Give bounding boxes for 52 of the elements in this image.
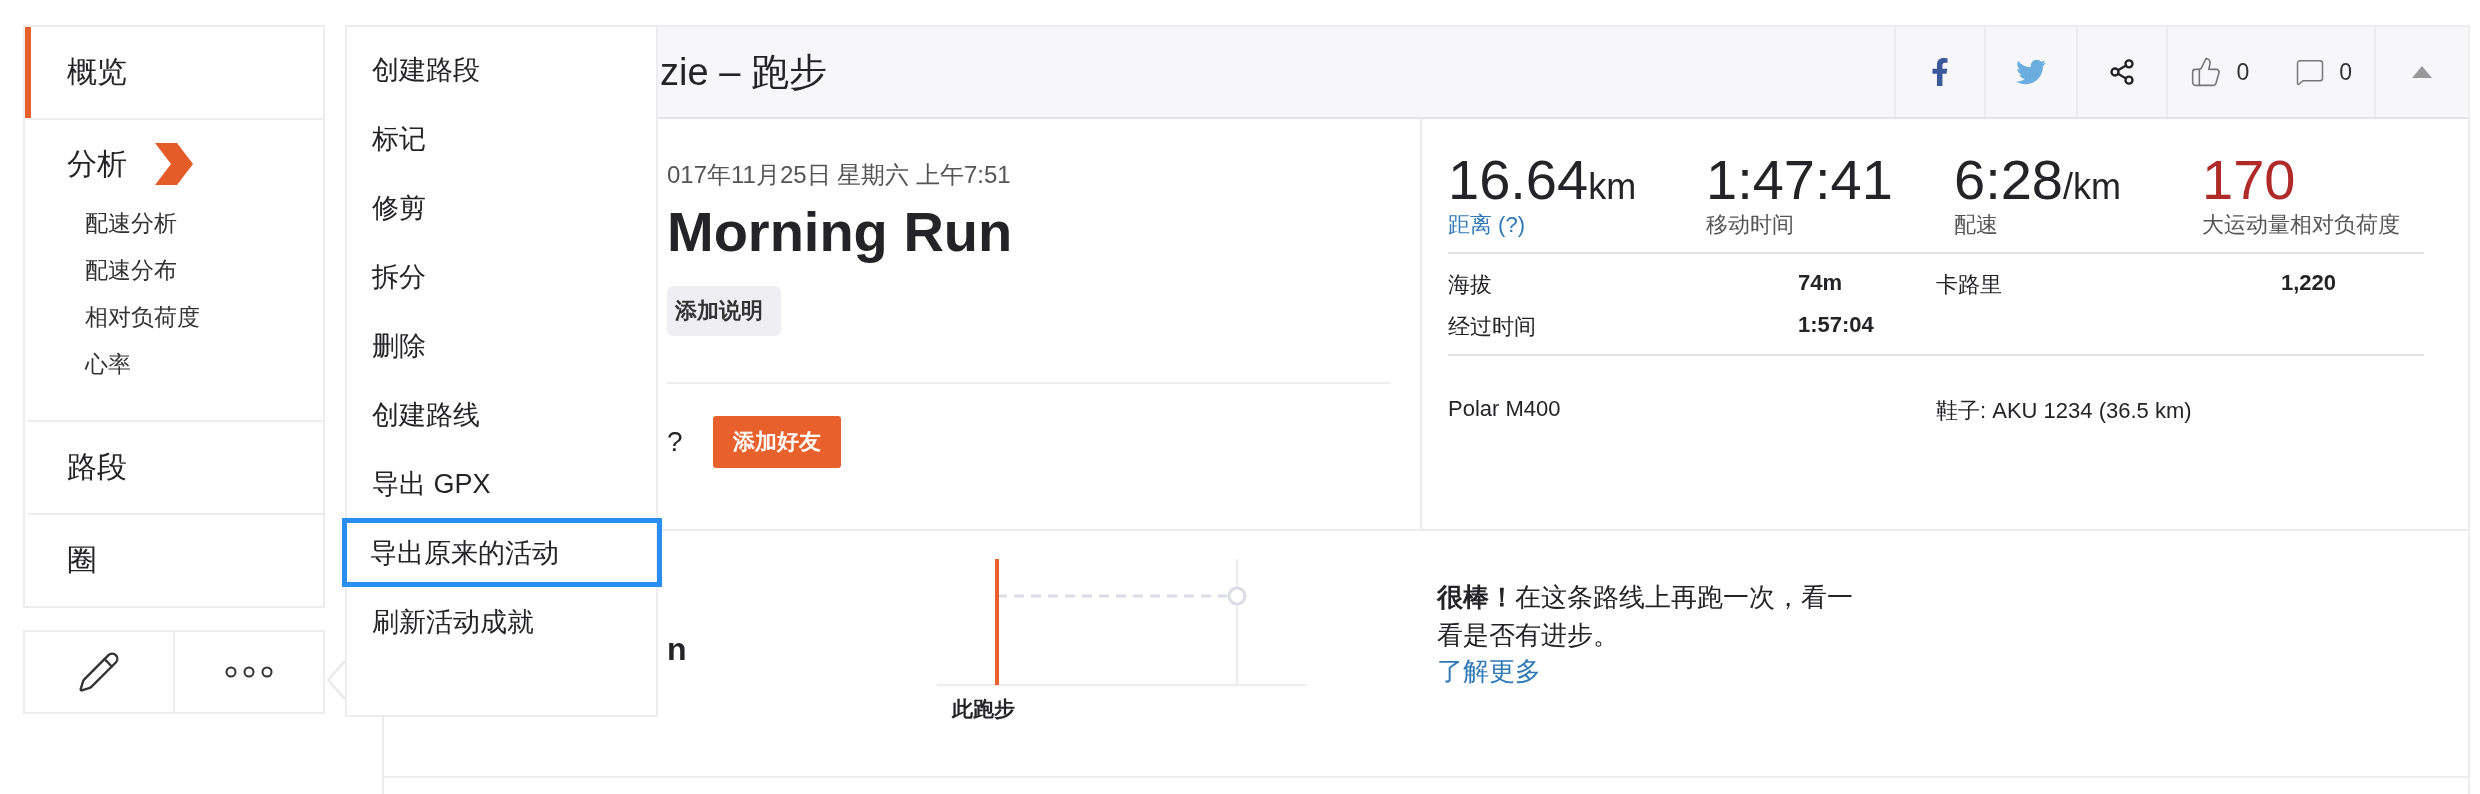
detail-label: 海拔 bbox=[1448, 271, 1493, 300]
device-name: Polar M400 bbox=[1448, 396, 1562, 424]
stat-link[interactable]: 距离 (?) bbox=[1448, 210, 1658, 239]
nav-item[interactable]: 路段 bbox=[67, 447, 127, 488]
learn-more-link[interactable]: 了解更多 bbox=[1436, 654, 1541, 690]
detail-label: 卡路里 bbox=[1936, 271, 2003, 300]
stat-value: 170 bbox=[2202, 149, 2297, 211]
nav-item[interactable]: 概览 bbox=[67, 52, 127, 93]
more-icon bbox=[225, 666, 273, 678]
menu-item[interactable]: 创建路段 bbox=[347, 35, 656, 104]
menu-item[interactable]: 删除 bbox=[347, 311, 656, 380]
stat-label: 配速 bbox=[1954, 210, 1999, 239]
activity-date: 017年11月25日 星期六 上午7:51 bbox=[667, 160, 1012, 190]
nav-subitem[interactable]: 配速分析 bbox=[85, 208, 177, 239]
comment-icon[interactable] bbox=[2295, 57, 2326, 87]
like-count: 0 bbox=[2236, 58, 2250, 86]
menu-item[interactable]: 标记 bbox=[347, 104, 656, 173]
nav-subitem[interactable]: 配速分布 bbox=[85, 255, 177, 286]
nav-subitem[interactable]: 心率 bbox=[85, 349, 131, 380]
menu-item[interactable]: 创建路线 bbox=[347, 380, 656, 449]
detail-value: 74m bbox=[1798, 270, 1844, 298]
chevron-icon bbox=[155, 143, 193, 185]
menu-item[interactable]: 拆分 bbox=[347, 242, 656, 311]
comment-count: 0 bbox=[2339, 58, 2352, 86]
menu-item[interactable]: 导出 GPX bbox=[347, 449, 656, 518]
question-text: ? bbox=[667, 426, 683, 458]
detail-label: 经过时间 bbox=[1448, 313, 1537, 342]
twitter-icon bbox=[2016, 57, 2047, 87]
nav-item[interactable]: 圈 bbox=[67, 540, 97, 581]
nav-subitem[interactable]: 相对负荷度 bbox=[85, 302, 200, 333]
stat-value: 6:28/km bbox=[1954, 149, 2122, 211]
pencil-icon bbox=[77, 650, 121, 694]
page-title: zie – 跑步 bbox=[660, 49, 828, 95]
add-description-button[interactable]: 添加说明 bbox=[667, 286, 781, 336]
prompt-text: 很棒！在这条路线上再跑一次，看一看是否有进步。 bbox=[1436, 581, 1854, 652]
chart-caption: 此跑步 bbox=[951, 696, 1015, 722]
detail-value: 1,220 bbox=[2281, 270, 2338, 298]
stat-label: 大运动量相对负荷度 bbox=[2202, 210, 2401, 239]
stat-value: 16.64km bbox=[1448, 149, 1638, 211]
activity-name: Morning Run bbox=[667, 199, 1014, 264]
menu-item[interactable]: 导出原来的活动 bbox=[342, 518, 662, 587]
stat-value: 1:47:41 bbox=[1706, 149, 1894, 211]
nav-item[interactable]: 分析 bbox=[67, 143, 127, 185]
menu-item[interactable]: 修剪 bbox=[347, 173, 656, 242]
caret-up-icon bbox=[2412, 66, 2432, 78]
stat-label: 移动时间 bbox=[1706, 210, 1795, 239]
detail-value: 1:57:04 bbox=[1798, 312, 1875, 340]
menu-item[interactable]: 刷新活动成就 bbox=[347, 587, 656, 656]
share-icon bbox=[2108, 58, 2137, 86]
thumbs-up-icon[interactable] bbox=[2190, 56, 2223, 88]
shoes-info: 鞋子: AKU 1234 (36.5 km) bbox=[1936, 397, 2193, 426]
segment-title: n bbox=[667, 631, 687, 668]
